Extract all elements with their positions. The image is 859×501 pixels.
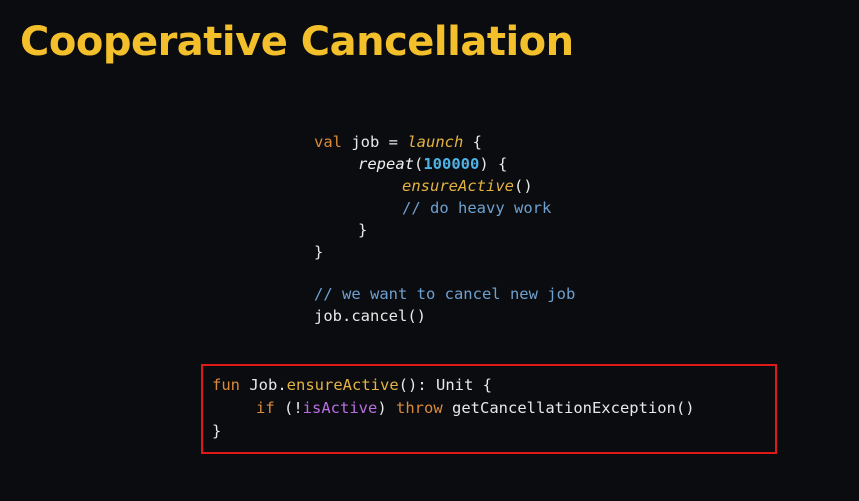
code-line-5: } [358,221,368,239]
code-text: Job. [240,376,287,394]
code-text: ) { [479,155,508,173]
code-line-6: } [314,243,324,261]
keyword-fun: fun [212,376,240,394]
code-line-close: } [212,422,222,440]
code-text: (): Unit { [398,376,492,394]
code-comment-cancel: // we want to cancel new job [314,285,576,303]
code-comment-heavy-work: // do heavy work [402,199,552,217]
code-line-cancel-call: job.cancel() [314,307,426,325]
code-text: ) [377,399,396,417]
code-text: (! [274,399,303,417]
number-literal: 100000 [423,155,480,173]
code-text: { [463,133,482,151]
function-ensure-active: ensureActive [402,177,514,195]
code-block-ensure-active: fun Job.ensureActive(): Unit { if (!isAc… [212,374,772,444]
function-ensure-active-decl: ensureActive [286,376,399,394]
keyword-val: val [314,133,342,151]
keyword-throw: throw [396,399,443,417]
code-text: job = [342,133,408,151]
code-text: ( [414,155,424,173]
code-line-fun-decl: fun Job.ensureActive(): Unit { [212,374,492,396]
function-launch: launch [407,133,464,151]
code-line-2: repeat(100000) { [358,153,507,175]
function-repeat: repeat [358,155,414,173]
code-line-if-throw: if (!isActive) throw getCancellationExce… [256,397,695,419]
property-is-active: isActive [302,399,378,417]
code-text: getCancellationException() [442,399,695,417]
keyword-if: if [256,399,275,417]
code-text: () [513,177,533,195]
code-block-launch: val job = launch { repeat(100000) { ensu… [314,131,734,331]
code-line-3: ensureActive() [402,175,533,197]
slide-title: Cooperative Cancellation [20,19,574,65]
code-line-1: val job = launch { [314,131,482,153]
